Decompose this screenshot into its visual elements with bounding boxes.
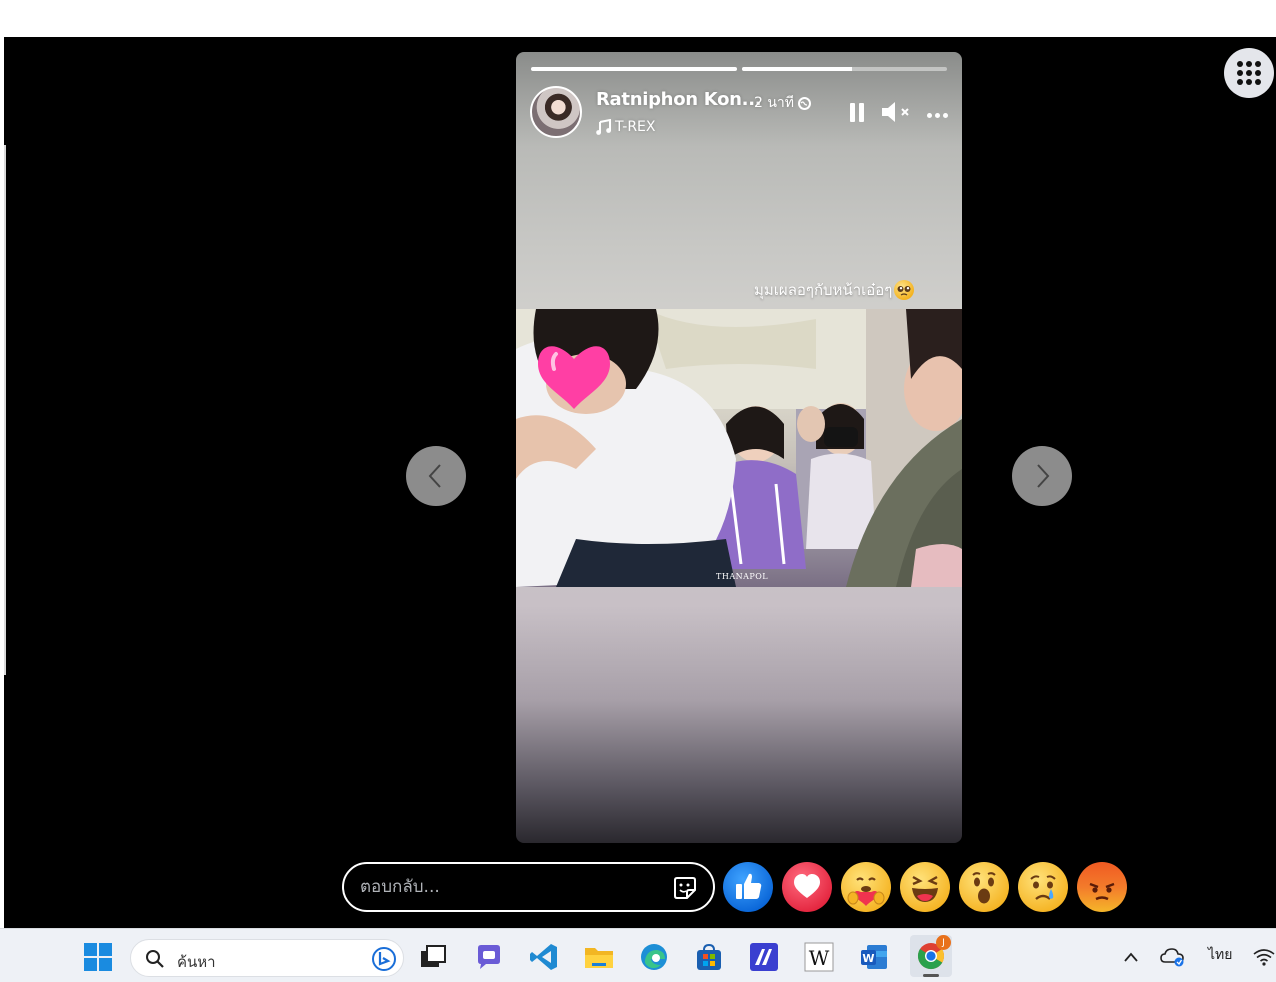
teams-chat-button[interactable] bbox=[472, 940, 506, 974]
vscode-button[interactable] bbox=[527, 940, 561, 974]
store-icon bbox=[697, 943, 721, 970]
story-viewer: Ratniphon Kon... 2 นาที T-REX มุมเผลอๆกั… bbox=[4, 37, 1276, 928]
heart-icon bbox=[794, 874, 820, 898]
progress-segment-2 bbox=[741, 67, 947, 71]
onedrive-button[interactable] bbox=[1158, 940, 1188, 974]
file-explorer-button[interactable] bbox=[582, 940, 616, 974]
love-reaction-button[interactable] bbox=[782, 862, 832, 912]
pause-icon bbox=[850, 102, 855, 122]
crying-face-icon bbox=[1030, 875, 1056, 900]
edge-button[interactable] bbox=[637, 940, 671, 974]
story-progress bbox=[531, 67, 947, 71]
chevron-right-icon bbox=[1037, 464, 1050, 488]
chrome-button[interactable]: J bbox=[910, 935, 952, 977]
wikipedia-icon: W bbox=[804, 942, 834, 972]
sticker-button[interactable] bbox=[672, 875, 698, 901]
more-options-button[interactable] bbox=[924, 100, 950, 124]
photo-watermark: THANAPOL bbox=[716, 572, 769, 581]
previous-story-button[interactable] bbox=[406, 446, 466, 506]
affinity-app-button[interactable] bbox=[747, 940, 781, 974]
caption-text: มุมเผลอๆกับหน้าเอ๋อๆ bbox=[754, 281, 893, 299]
classroom-photo-image bbox=[516, 309, 962, 587]
menu-grid-icon bbox=[1237, 61, 1261, 85]
author-avatar[interactable] bbox=[530, 86, 582, 138]
music-note-icon bbox=[596, 119, 611, 135]
task-view-button[interactable] bbox=[416, 940, 450, 974]
show-hidden-icons-button[interactable] bbox=[1116, 940, 1146, 974]
time-ago-text: 2 นาที bbox=[754, 95, 795, 111]
story-time: 2 นาที bbox=[754, 92, 812, 114]
bing-icon bbox=[372, 947, 396, 971]
affinity-app-icon bbox=[750, 943, 778, 971]
chrome-profile-badge: J bbox=[936, 935, 951, 950]
svg-text:W: W bbox=[862, 952, 874, 965]
teams-chat-icon bbox=[478, 945, 500, 969]
thumbs-up-icon bbox=[736, 873, 762, 899]
wow-reaction-button[interactable] bbox=[959, 862, 1009, 912]
speaker-muted-icon bbox=[882, 102, 909, 122]
microsoft-store-button[interactable] bbox=[692, 940, 726, 974]
onedrive-cloud-icon bbox=[1160, 948, 1184, 967]
reply-bar[interactable] bbox=[342, 862, 715, 912]
progress-segment-1 bbox=[531, 67, 737, 71]
story-card[interactable]: Ratniphon Kon... 2 นาที T-REX มุมเผลอๆกั… bbox=[516, 52, 962, 843]
word-icon: W bbox=[861, 945, 887, 969]
search-icon bbox=[146, 950, 164, 968]
mute-button[interactable] bbox=[880, 100, 914, 124]
care-reaction-button[interactable] bbox=[841, 862, 891, 912]
browser-top-area bbox=[0, 0, 1276, 37]
pause-button[interactable] bbox=[846, 100, 868, 124]
story-caption: มุมเผลอๆกับหน้าเอ๋อๆ bbox=[754, 278, 915, 302]
reply-input[interactable] bbox=[360, 875, 660, 899]
left-edge-divider bbox=[4, 145, 6, 675]
word-button[interactable]: W bbox=[857, 940, 891, 974]
sad-reaction-button[interactable] bbox=[1018, 862, 1068, 912]
care-face-icon bbox=[847, 877, 885, 906]
author-name[interactable]: Ratniphon Kon... bbox=[596, 89, 762, 110]
wifi-button[interactable] bbox=[1252, 940, 1276, 974]
chevron-left-icon bbox=[428, 464, 441, 488]
story-photo: THANAPOL bbox=[516, 309, 962, 587]
music-title: T-REX bbox=[615, 119, 656, 135]
more-dots-icon bbox=[925, 103, 949, 122]
next-story-button[interactable] bbox=[1012, 446, 1072, 506]
reaction-bar bbox=[723, 862, 1127, 912]
wifi-icon bbox=[1253, 949, 1275, 966]
svg-text:W: W bbox=[809, 946, 830, 970]
folder-icon bbox=[585, 948, 613, 968]
story-music[interactable]: T-REX bbox=[596, 119, 655, 135]
search-placeholder: ค้นหา bbox=[177, 953, 216, 971]
wikipedia-button[interactable]: W bbox=[802, 940, 836, 974]
edge-icon bbox=[641, 944, 667, 970]
taskbar-search-box[interactable]: ค้นหา bbox=[130, 939, 404, 977]
globe-icon bbox=[798, 96, 812, 110]
vscode-icon bbox=[530, 944, 557, 970]
active-app-indicator bbox=[923, 974, 939, 977]
windows-start-button[interactable] bbox=[81, 940, 115, 974]
task-view-icon bbox=[421, 945, 446, 967]
sticker-icon bbox=[674, 877, 696, 899]
windows-taskbar: ค้นหา W W J ไทย bbox=[0, 928, 1276, 982]
angry-reaction-button[interactable] bbox=[1077, 862, 1127, 912]
input-language[interactable]: ไทย bbox=[1208, 944, 1232, 966]
angry-face-icon bbox=[1089, 882, 1115, 901]
haha-reaction-button[interactable] bbox=[900, 862, 950, 912]
surprised-face-icon bbox=[972, 872, 996, 904]
menu-grid-button[interactable] bbox=[1224, 48, 1274, 98]
like-reaction-button[interactable] bbox=[723, 862, 773, 912]
pleading-face-emoji-icon bbox=[894, 280, 915, 300]
chevron-up-icon bbox=[1124, 952, 1138, 962]
laughing-face-icon bbox=[912, 875, 938, 902]
windows-logo-icon bbox=[84, 943, 112, 971]
